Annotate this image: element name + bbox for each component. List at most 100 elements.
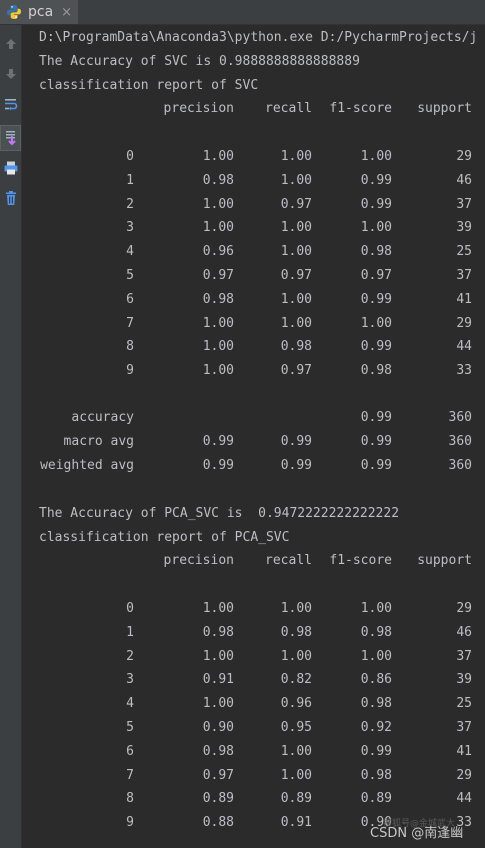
precision-cell: 0.99 [202, 433, 234, 449]
f1-score-cell: 0.99 [360, 457, 392, 473]
run-toolbar [0, 25, 22, 848]
support-cell: 29 [456, 601, 472, 616]
column-header-recall: recall [265, 553, 312, 568]
f1-score-cell: 0.99 [360, 410, 392, 425]
recall-cell: 0.98 [280, 624, 312, 640]
precision-cell: 1.00 [202, 339, 234, 355]
f1-score-cell: 0.98 [360, 363, 392, 379]
f1-score-cell: 0.99 [360, 339, 392, 355]
python-icon [7, 5, 21, 19]
print-icon [4, 161, 17, 174]
soft-wrap-button[interactable] [0, 93, 21, 114]
column-header-precision: precision [163, 101, 234, 116]
recall-cell: 1.00 [280, 767, 312, 783]
print-button[interactable] [0, 157, 21, 178]
precision-cell: 0.89 [202, 791, 234, 807]
up-arrow-icon [5, 38, 16, 49]
support-cell: 41 [456, 291, 472, 307]
column-header-support: support [417, 101, 472, 116]
row-label: weighted avg [40, 457, 134, 473]
precision-cell: 1.00 [202, 220, 234, 236]
recall-cell: 0.99 [280, 457, 312, 473]
f1-score-cell: 0.98 [360, 696, 392, 712]
precision-cell: 0.99 [202, 457, 234, 473]
support-cell: 25 [456, 696, 472, 712]
support-cell: 360 [448, 410, 472, 425]
support-cell: 44 [456, 339, 472, 355]
support-cell: 37 [456, 196, 472, 212]
down-arrow-icon [5, 68, 16, 79]
f1-score-cell: 1.00 [360, 601, 392, 616]
support-cell: 46 [456, 172, 472, 188]
precision-cell: 0.98 [202, 624, 234, 640]
recall-cell: 1.00 [280, 291, 312, 307]
precision-cell: 1.00 [202, 601, 234, 616]
csdn-watermark: CSDN @南逢幽 [370, 826, 464, 841]
recall-cell: 0.97 [280, 363, 312, 379]
f1-score-cell: 0.98 [360, 624, 392, 640]
precision-cell: 0.90 [202, 720, 234, 735]
recall-cell: 0.96 [280, 696, 312, 712]
f1-score-cell: 1.00 [360, 220, 392, 236]
f1-score-cell: 0.86 [360, 672, 392, 688]
f1-score-cell: 1.00 [360, 648, 392, 664]
pca-accuracy-line: The Accuracy of PCA_SVC is 0.94722222222… [39, 506, 400, 521]
f1-score-cell: 0.99 [360, 433, 392, 449]
precision-cell: 1.00 [202, 149, 234, 164]
column-header-precision: precision [163, 553, 234, 568]
rerun-up-button[interactable] [0, 33, 21, 54]
recall-cell: 1.00 [280, 220, 312, 236]
recall-cell: 1.00 [280, 315, 312, 331]
support-cell: 25 [456, 244, 472, 260]
precision-cell: 1.00 [202, 696, 234, 712]
support-cell: 39 [456, 672, 472, 688]
svc-report-title: classification report of SVC [39, 78, 259, 93]
f1-score-cell: 0.99 [360, 291, 392, 307]
precision-cell: 1.00 [202, 315, 234, 331]
f1-score-cell: 0.98 [360, 767, 392, 783]
recall-cell: 0.82 [280, 672, 312, 688]
precision-cell: 1.00 [202, 363, 234, 379]
support-cell: 37 [456, 268, 472, 283]
scroll-to-end-icon [5, 131, 16, 146]
clear-all-button[interactable] [0, 187, 21, 208]
precision-cell: 0.98 [202, 743, 234, 759]
column-header-recall: recall [265, 101, 312, 116]
support-cell: 37 [456, 648, 472, 664]
precision-cell: 0.98 [202, 172, 234, 188]
recall-cell: 0.98 [280, 339, 312, 355]
console-output[interactable]: D:\ProgramData\Anaconda3\python.exe D:/P… [22, 25, 485, 848]
support-cell: 360 [448, 457, 472, 473]
f1-score-cell: 0.97 [360, 268, 392, 283]
trash-icon [5, 190, 16, 205]
close-icon[interactable]: × [61, 6, 72, 19]
column-header-support: support [417, 553, 472, 568]
rerun-down-button[interactable] [0, 63, 21, 84]
support-cell: 37 [456, 720, 472, 735]
support-cell: 39 [456, 220, 472, 236]
pca-report-title: classification report of PCA_SVC [39, 530, 290, 545]
f1-score-cell: 0.99 [360, 743, 392, 759]
precision-cell: 0.97 [202, 268, 234, 283]
support-cell: 29 [456, 315, 472, 331]
support-cell: 29 [456, 149, 472, 164]
precision-cell: 0.98 [202, 291, 234, 307]
recall-cell: 0.99 [280, 433, 312, 449]
f1-score-cell: 0.98 [360, 244, 392, 260]
f1-score-cell: 0.99 [360, 196, 392, 212]
recall-cell [222, 407, 312, 429]
f1-score-cell: 1.00 [360, 315, 392, 331]
recall-cell: 0.97 [280, 268, 312, 283]
recall-cell: 1.00 [280, 648, 312, 664]
soft-wrap-icon [4, 98, 17, 110]
recall-cell: 1.00 [280, 172, 312, 188]
recall-cell: 0.95 [280, 720, 312, 735]
recall-cell: 0.89 [280, 791, 312, 807]
scroll-to-end-button[interactable] [0, 125, 21, 151]
precision-cell: 0.88 [202, 815, 234, 831]
column-header-f1-score: f1-score [329, 101, 392, 116]
run-tab-pca[interactable]: pca × [0, 0, 78, 24]
f1-score-cell: 0.92 [360, 720, 392, 735]
tab-title: pca [28, 4, 54, 20]
support-cell: 29 [456, 767, 472, 783]
